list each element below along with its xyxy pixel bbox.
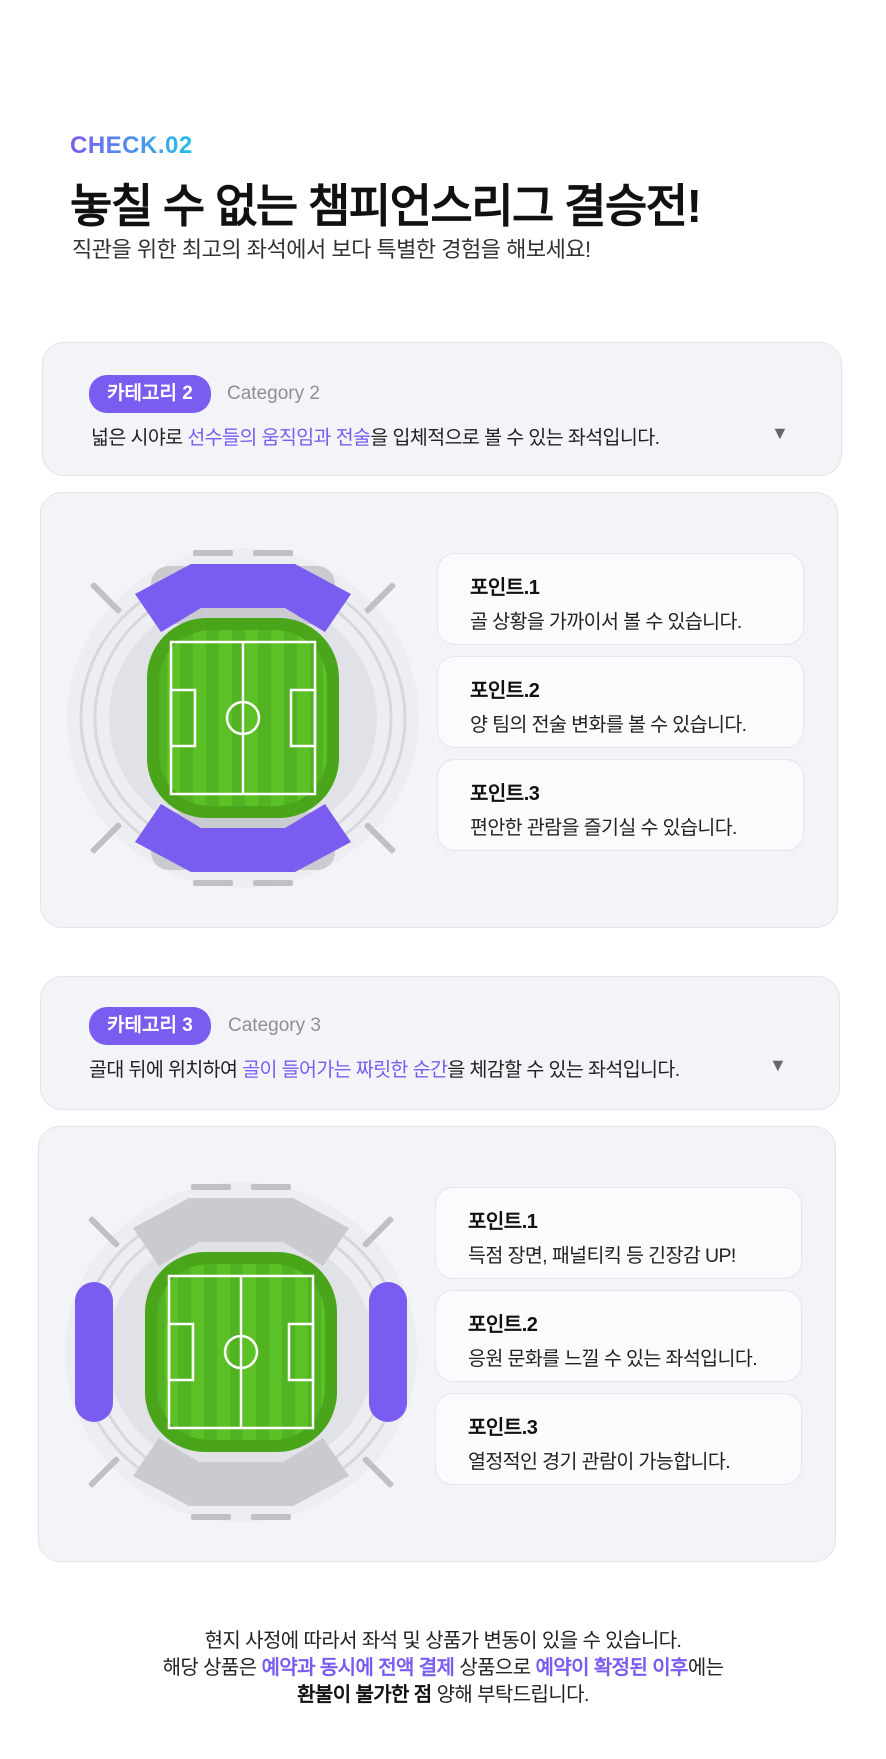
page-title: 놓칠 수 없는 챔피언스리그 결승전! — [70, 180, 702, 232]
point-title: 포인트.3 — [468, 1417, 538, 1439]
notice-line-2: 해당 상품은 예약과 동시에 전액 결제 상품으로 예약이 확정된 이후에는 — [162, 1657, 724, 1679]
point-title: 포인트.2 — [470, 680, 540, 702]
point-title: 포인트.2 — [468, 1314, 538, 1336]
category-highlight: 골이 들어가는 짜릿한 순간 — [242, 1059, 448, 1081]
category-2-header[interactable]: 카테고리 2 Category 2 넓은 시야로 선수들의 움직임과 전술을 입… — [42, 342, 842, 476]
point-card: 포인트.1 골 상황을 가까이서 볼 수 있습니다. — [437, 553, 804, 645]
notice-highlight: 예약과 동시에 전액 결제 — [261, 1657, 455, 1679]
category-highlight: 선수들의 움직임과 전술 — [187, 427, 371, 449]
notice-highlight: 예약이 확정된 이후 — [535, 1657, 688, 1679]
point-description: 응원 문화를 느낄 수 있는 좌석입니다. — [468, 1348, 758, 1370]
point-card: 포인트.3 열정적인 경기 관람이 가능합니다. — [435, 1393, 802, 1485]
point-description: 골 상황을 가까이서 볼 수 있습니다. — [470, 611, 742, 633]
point-description: 열정적인 경기 관람이 가능합니다. — [468, 1451, 731, 1473]
category-badge: 카테고리 2 — [89, 375, 211, 413]
category-3-header[interactable]: 카테고리 3 Category 3 골대 뒤에 위치하여 골이 들어가는 짜릿한… — [40, 976, 840, 1110]
point-card: 포인트.2 응원 문화를 느낄 수 있는 좌석입니다. — [435, 1290, 802, 1382]
category-description: 골대 뒤에 위치하여 골이 들어가는 짜릿한 순간을 체감할 수 있는 좌석입니… — [89, 1059, 680, 1081]
notice-line-3: 환불이 불가한 점 양해 부탁드립니다. — [297, 1684, 589, 1706]
category-badge: 카테고리 3 — [89, 1007, 211, 1045]
point-description: 득점 장면, 패널티킥 등 긴장감 UP! — [468, 1245, 736, 1267]
category-2-seat-panel: 포인트.1 골 상황을 가까이서 볼 수 있습니다. 포인트.2 양 팀의 전술… — [40, 492, 838, 928]
point-card: 포인트.3 편안한 관람을 즐기실 수 있습니다. — [437, 759, 804, 851]
category-description: 넓은 시야로 선수들의 움직임과 전술을 입체적으로 볼 수 있는 좌석입니다. — [91, 427, 660, 449]
point-title: 포인트.1 — [470, 577, 540, 599]
point-title: 포인트.1 — [468, 1211, 538, 1233]
stadium-map-category-2 — [67, 548, 419, 888]
point-description: 양 팀의 전술 변화를 볼 수 있습니다. — [470, 714, 747, 736]
expand-arrow-icon[interactable]: ▼ — [771, 423, 789, 444]
notice-bold: 환불이 불가한 점 — [297, 1684, 432, 1706]
notice-line-1: 현지 사정에 따라서 좌석 및 상품가 변동이 있을 수 있습니다. — [204, 1630, 682, 1652]
point-card: 포인트.1 득점 장면, 패널티킥 등 긴장감 UP! — [435, 1187, 802, 1279]
stadium-map-category-3 — [65, 1182, 417, 1522]
page-subtitle: 직관을 위한 최고의 좌석에서 보다 특별한 경험을 해보세요! — [72, 237, 591, 262]
point-description: 편안한 관람을 즐기실 수 있습니다. — [470, 817, 737, 839]
expand-arrow-icon[interactable]: ▼ — [769, 1055, 787, 1076]
category-3-seat-panel: 포인트.1 득점 장면, 패널티킥 등 긴장감 UP! 포인트.2 응원 문화를… — [38, 1126, 836, 1562]
point-title: 포인트.3 — [470, 783, 540, 805]
point-card: 포인트.2 양 팀의 전술 변화를 볼 수 있습니다. — [437, 656, 804, 748]
category-english: Category 3 — [228, 1015, 321, 1036]
category-english: Category 2 — [227, 383, 320, 404]
check-label: CHECK.02 — [70, 132, 193, 159]
